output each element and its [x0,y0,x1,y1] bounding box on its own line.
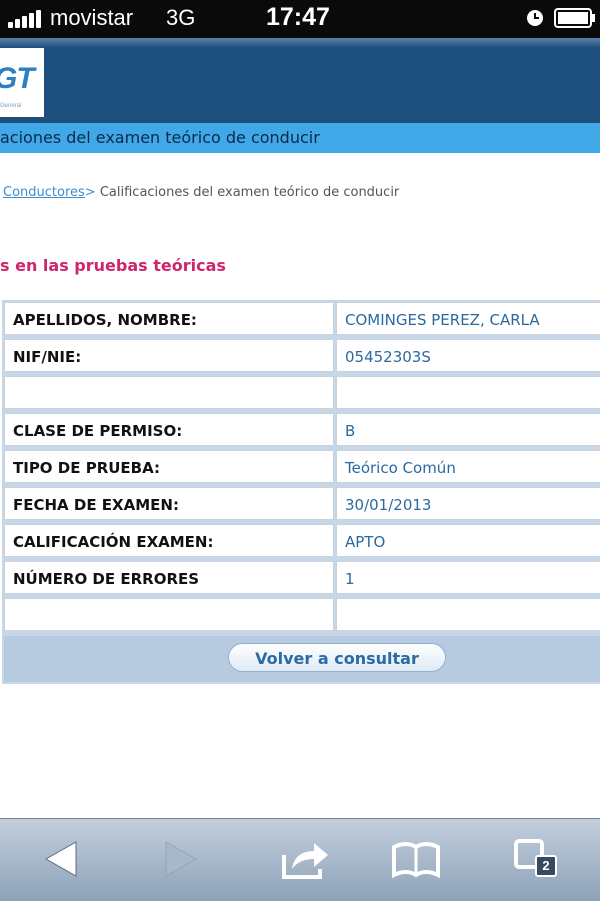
status-time: 17:47 [266,3,330,31]
table-row: TIPO DE PRUEBA: Teórico Común [2,448,600,483]
label-cell: FECHA DE EXAMEN: [4,487,334,520]
logo-subtext: General [0,103,22,109]
tab-count-badge: 2 [535,855,557,877]
label-cell [4,376,334,409]
volver-a-consultar-button[interactable]: Volver a consultar [228,643,446,672]
back-arrow-icon[interactable] [34,833,90,885]
status-bar: movistar 3G 17:47 [0,0,600,38]
breadcrumb: Conductores> Calificaciones del examen t… [3,185,399,200]
breadcrumb-link-conductores[interactable]: Conductores [3,185,85,200]
label-cell: APELLIDOS, NOMBRE: [4,302,334,335]
row-label: NÚMERO DE ERRORES [13,570,200,588]
row-label: CLASE DE PERMISO: [13,422,183,440]
value-cell [336,598,600,631]
browser-toolbar: 2 [0,818,600,901]
row-value: B [345,422,356,440]
value-cell: Teórico Común [336,450,600,483]
table-row [2,374,600,409]
row-label: APELLIDOS, NOMBRE: [13,311,197,329]
value-cell: APTO [336,524,600,557]
table-row: FECHA DE EXAMEN: 30/01/2013 [2,485,600,520]
row-label: NIF/NIE: [13,348,82,366]
table-footer: Volver a consultar [4,636,600,682]
row-value: COMINGES PEREZ, CARLA [345,311,540,329]
label-cell [4,598,334,631]
share-icon[interactable] [276,833,332,885]
table-row: NIF/NIE: 05452303S [2,337,600,372]
value-cell: B [336,413,600,446]
breadcrumb-separator: > [84,185,96,200]
row-label: CALIFICACIÓN EXAMEN: [13,533,214,551]
network-type: 3G [166,5,196,30]
carrier-name: movistar [50,5,134,30]
row-label: TIPO DE PRUEBA: [13,459,160,477]
logo-text: GT [0,62,35,95]
row-value: Teórico Común [345,459,456,477]
back-button-label: Volver a consultar [255,649,419,668]
signal-icon [8,10,44,28]
value-cell: 30/01/2013 [336,487,600,520]
header-sheen [0,38,600,48]
value-cell: COMINGES PEREZ, CARLA [336,302,600,335]
results-table: APELLIDOS, NOMBRE: COMINGES PEREZ, CARLA… [2,300,600,684]
dgt-logo[interactable]: GT General [0,48,44,117]
table-row: CLASE DE PERMISO: B [2,411,600,446]
forward-arrow-icon[interactable] [152,833,208,885]
label-cell: NIF/NIE: [4,339,334,372]
row-value: 30/01/2013 [345,496,432,514]
page-title: aciones del examen teórico de conducir [0,128,320,147]
section-heading: s en las pruebas teóricas [0,256,226,275]
bookmarks-icon[interactable] [388,833,444,885]
table-row: NÚMERO DE ERRORES 1 [2,559,600,594]
value-cell [336,376,600,409]
site-header: GT General [0,38,600,123]
battery-icon [554,8,595,28]
tabs-icon[interactable]: 2 [508,833,564,885]
table-row [2,596,600,631]
row-value: 05452303S [345,348,431,366]
value-cell: 1 [336,561,600,594]
row-value: APTO [345,533,386,551]
table-row: APELLIDOS, NOMBRE: COMINGES PEREZ, CARLA [2,300,600,335]
page-title-bar: aciones del examen teórico de conducir [0,123,600,153]
value-cell: 05452303S [336,339,600,372]
label-cell: TIPO DE PRUEBA: [4,450,334,483]
label-cell: CLASE DE PERMISO: [4,413,334,446]
alarm-icon [527,10,543,26]
label-cell: NÚMERO DE ERRORES [4,561,334,594]
label-cell: CALIFICACIÓN EXAMEN: [4,524,334,557]
breadcrumb-current: Calificaciones del examen teórico de con… [95,185,400,200]
row-label: FECHA DE EXAMEN: [13,496,179,514]
row-value: 1 [345,570,355,588]
table-row: CALIFICACIÓN EXAMEN: APTO [2,522,600,557]
